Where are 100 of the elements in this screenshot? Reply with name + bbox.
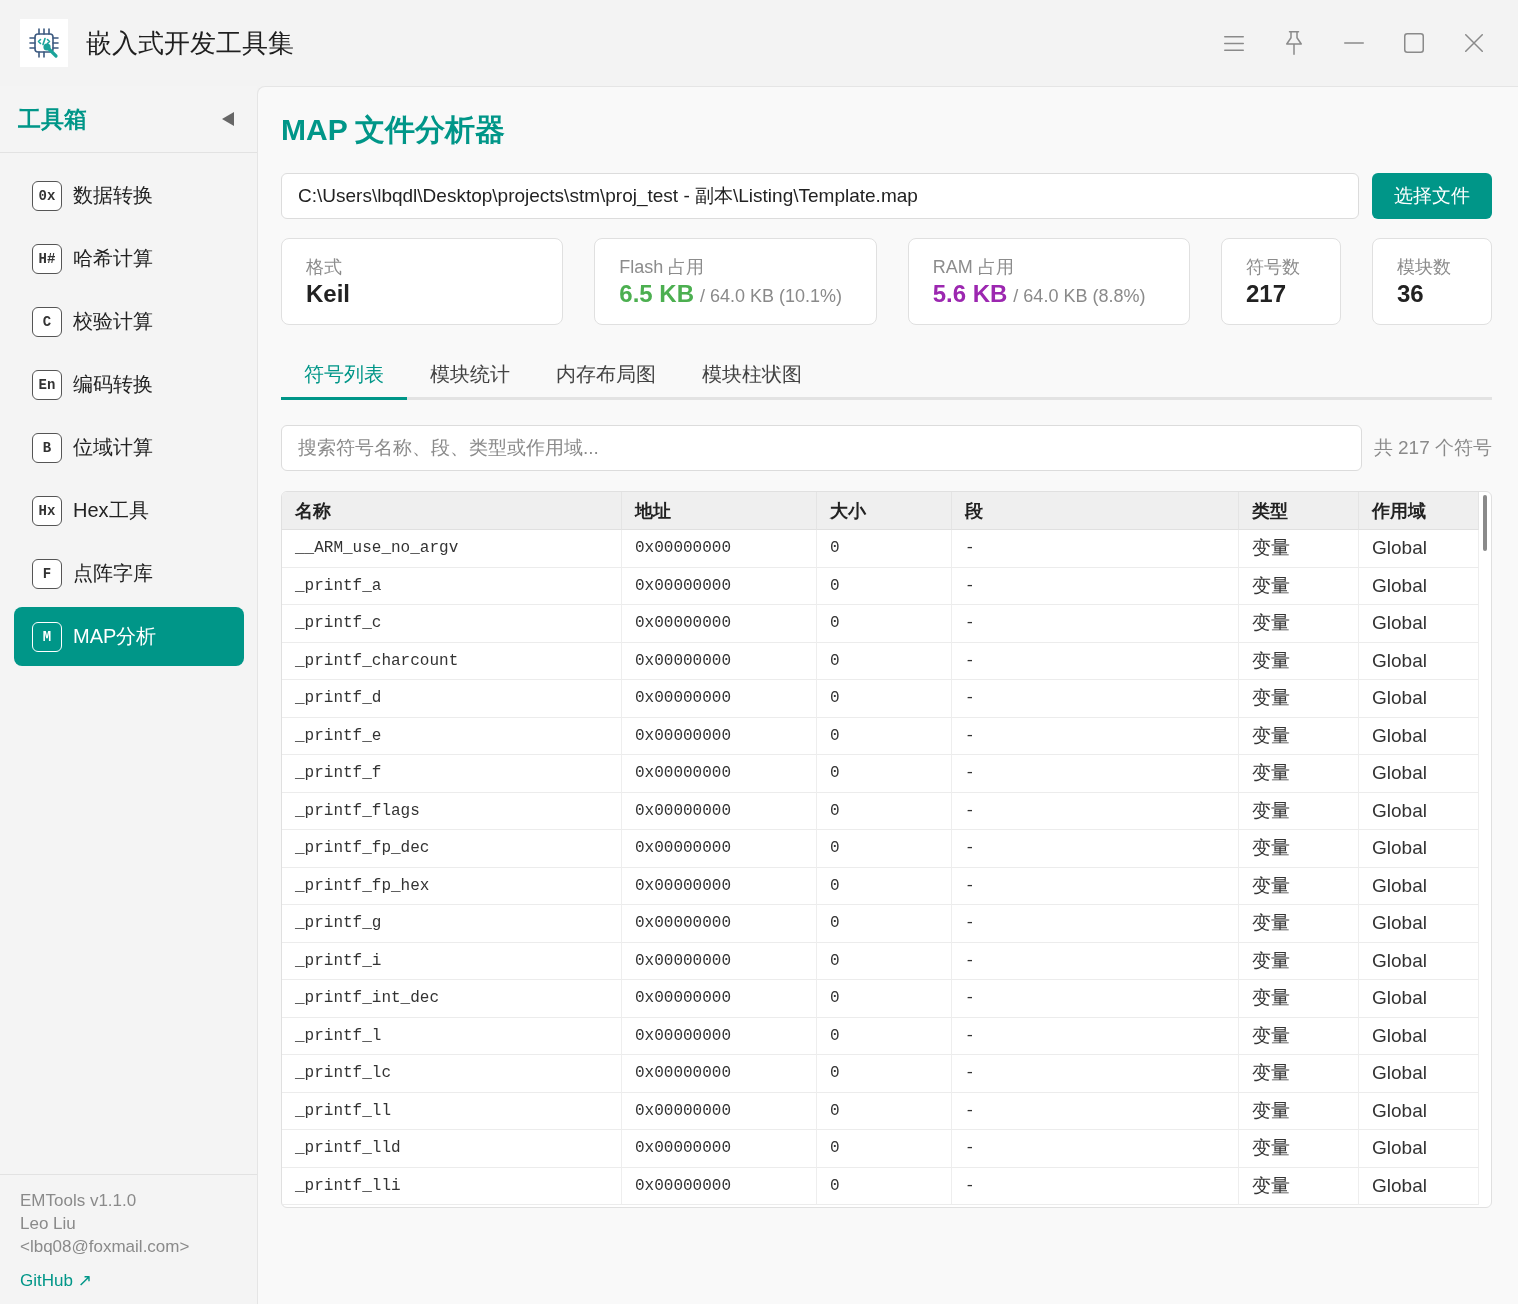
tab[interactable]: 内存布局图: [533, 352, 679, 400]
sidebar-item[interactable]: En 编码转换: [14, 355, 244, 414]
table-cell: 变量: [1239, 1055, 1359, 1093]
table-header-cell: 地址: [622, 492, 817, 530]
table-cell: 0x00000000: [622, 1055, 817, 1093]
file-path-field[interactable]: C:\Users\lbqdl\Desktop\projects\stm\proj_test - 副本\Listing\Template.map: [281, 173, 1359, 219]
table-cell: 变量: [1239, 1017, 1359, 1055]
table-cell: Global: [1359, 980, 1479, 1018]
choose-file-button[interactable]: 选择文件: [1372, 173, 1492, 219]
sidebar-item[interactable]: Hx Hex工具: [14, 481, 244, 540]
symbol-count: 共 217 个符号: [1373, 436, 1492, 460]
tool-badge: H#: [32, 243, 62, 274]
table-cell: -: [952, 680, 1239, 718]
table-cell: _printf_lc: [282, 1055, 622, 1093]
table-cell: -: [952, 755, 1239, 793]
close-icon: [1465, 34, 1483, 52]
table-cell: _printf_f: [282, 755, 622, 793]
tab[interactable]: 模块柱状图: [679, 352, 825, 400]
table-cell: 0x00000000: [622, 605, 817, 643]
version-text: EMTools v1.1.0: [20, 1190, 137, 1212]
sidebar-item[interactable]: B 位域计算: [14, 418, 244, 477]
sidebar-item[interactable]: M MAP分析: [14, 607, 244, 666]
table-cell: 0x00000000: [622, 792, 817, 830]
stat-detail: / 64.0 KB (8.8%): [1013, 286, 1146, 307]
stat-label: RAM 占用: [932, 256, 1014, 279]
table-cell: _printf_i: [282, 942, 622, 980]
sidebar-item[interactable]: C 校验计算: [14, 292, 244, 351]
table-cell: _printf_e: [282, 717, 622, 755]
table-cell: -: [952, 792, 1239, 830]
table-cell: 0: [817, 680, 952, 718]
stat-label: Flash 占用: [619, 256, 705, 279]
table-cell: 变量: [1239, 717, 1359, 755]
caret-left-icon: [222, 112, 234, 126]
table-cell: 0: [817, 1130, 952, 1168]
table-cell: Global: [1359, 755, 1479, 793]
collapse-button[interactable]: [221, 111, 235, 127]
table-cell: _printf_c: [282, 605, 622, 643]
table-cell: -: [952, 1167, 1239, 1205]
scrollbar-thumb[interactable]: [1483, 495, 1487, 551]
stat-value: Keil: [306, 280, 350, 308]
tool-badge: Hx: [32, 495, 62, 526]
stat-label: 格式: [306, 256, 342, 279]
table-cell: 0x00000000: [622, 567, 817, 605]
window-title: 嵌入式开发工具集: [86, 26, 294, 60]
menu-icon: [1224, 35, 1244, 51]
table-header-cell: 类型: [1239, 492, 1359, 530]
table-header-cell: 名称: [282, 492, 622, 530]
table-cell: 0: [817, 1167, 952, 1205]
table-cell: -: [952, 642, 1239, 680]
stat-label: 符号数: [1246, 256, 1300, 279]
table-cell: Global: [1359, 1017, 1479, 1055]
sidebar-item[interactable]: 0x 数据转换: [14, 166, 244, 225]
tool-badge: C: [32, 306, 62, 337]
table-header-cell: 大小: [817, 492, 952, 530]
table-cell: -: [952, 1017, 1239, 1055]
stat-value: 6.5 KB: [619, 280, 695, 308]
table-cell: 变量: [1239, 942, 1359, 980]
table-cell: 0x00000000: [622, 1017, 817, 1055]
table-cell: 0: [817, 1055, 952, 1093]
table-cell: __ARM_use_no_argv: [282, 530, 622, 568]
table-cell: Global: [1359, 717, 1479, 755]
pin-icon: [1286, 31, 1302, 55]
table-cell: -: [952, 867, 1239, 905]
table-cell: 0: [817, 530, 952, 568]
sidebar-title: 工具箱: [18, 104, 87, 134]
table-cell: Global: [1359, 942, 1479, 980]
tab[interactable]: 模块统计: [407, 352, 533, 400]
table-cell: Global: [1359, 605, 1479, 643]
sidebar-item[interactable]: F 点阵字库: [14, 544, 244, 603]
table-cell: 0x00000000: [622, 680, 817, 718]
table-cell: 0x00000000: [622, 1092, 817, 1130]
table-cell: 0x00000000: [622, 830, 817, 868]
tool-badge: M: [32, 621, 62, 652]
table-cell: Global: [1359, 530, 1479, 568]
table-cell: 变量: [1239, 605, 1359, 643]
table-cell: Global: [1359, 1167, 1479, 1205]
table-cell: Global: [1359, 830, 1479, 868]
table-cell: 变量: [1239, 792, 1359, 830]
tab[interactable]: 符号列表: [281, 352, 407, 400]
table-cell: 变量: [1239, 830, 1359, 868]
chip-logo-icon: [20, 19, 68, 67]
table-cell: 0x00000000: [622, 1167, 817, 1205]
table-cell: _printf_l: [282, 1017, 622, 1055]
table-cell: 变量: [1239, 1092, 1359, 1130]
search-field[interactable]: 搜索符号名称、段、类型或作用域...: [281, 425, 1362, 471]
table-cell: 0: [817, 942, 952, 980]
table-cell: _printf_fp_hex: [282, 867, 622, 905]
table-cell: 0x00000000: [622, 642, 817, 680]
table-cell: 0: [817, 605, 952, 643]
tool-badge: F: [32, 558, 62, 589]
table-cell: 0x00000000: [622, 942, 817, 980]
table-cell: -: [952, 905, 1239, 943]
sidebar-item[interactable]: H# 哈希计算: [14, 229, 244, 288]
table-cell: 0: [817, 980, 952, 1018]
stat-value: 36: [1397, 280, 1424, 308]
author-name: Leo Liu: [20, 1213, 76, 1235]
author-email: <lbq08@foxmail.com>: [20, 1236, 190, 1258]
table-cell: -: [952, 830, 1239, 868]
table-cell: 变量: [1239, 530, 1359, 568]
table-cell: 变量: [1239, 1167, 1359, 1205]
